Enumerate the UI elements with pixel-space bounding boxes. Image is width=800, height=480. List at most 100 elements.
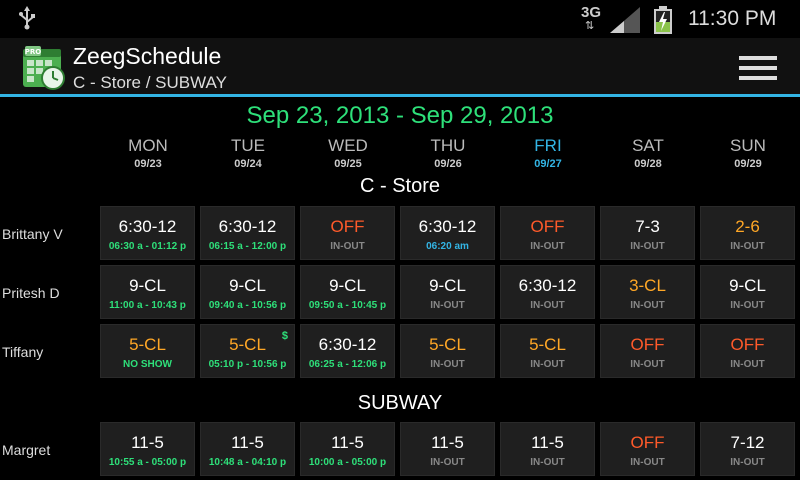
day-date: 09/29 bbox=[734, 158, 762, 170]
clock-in-out: NO SHOW bbox=[123, 359, 172, 370]
dollar-icon: $ bbox=[281, 330, 288, 342]
shift-time: 3-CL bbox=[629, 276, 666, 295]
shift-cell[interactable]: 3-CL IN-OUT bbox=[600, 265, 695, 319]
day-header-thu: THU 09/26 bbox=[400, 136, 496, 170]
shift-cell[interactable]: OFF IN-OUT bbox=[500, 206, 595, 260]
clock-in-out: 09:50 a - 10:45 p bbox=[308, 300, 387, 311]
shift-time: OFF bbox=[730, 335, 765, 354]
shift-time: 9-CL bbox=[129, 276, 166, 295]
shift-cell[interactable]: 9-CL IN-OUT bbox=[700, 265, 795, 319]
shift-cell[interactable]: OFF IN-OUT bbox=[600, 324, 695, 378]
clock-in-out: IN-OUT bbox=[730, 241, 765, 252]
shift-time: 6:30-12 bbox=[418, 217, 477, 236]
shift-time: 6:30-12 bbox=[118, 217, 177, 236]
shift-cell[interactable]: 5-CL 05:10 p - 10:56 p $ bbox=[200, 324, 295, 378]
clock-in-out: IN-OUT bbox=[330, 241, 365, 252]
clock-in-out: IN-OUT bbox=[630, 241, 665, 252]
shift-cell[interactable]: OFF IN-OUT bbox=[600, 422, 695, 476]
day-name: MON bbox=[128, 136, 168, 155]
shift-time: OFF bbox=[530, 217, 565, 236]
day-header-tue: TUE 09/24 bbox=[200, 136, 296, 170]
clock-in-out: 05:10 p - 10:56 p bbox=[208, 359, 287, 370]
employee-name[interactable]: Tiffany bbox=[2, 344, 43, 360]
shift-cell[interactable]: OFF IN-OUT bbox=[700, 324, 795, 378]
shift-time: 9-CL bbox=[429, 276, 466, 295]
status-clock: 11:30 PM bbox=[688, 7, 777, 30]
clock-in-out: IN-OUT bbox=[630, 457, 665, 468]
day-header-sat: SAT 09/28 bbox=[600, 136, 696, 170]
shift-cell[interactable]: 11-5 10:48 a - 04:10 p bbox=[200, 422, 295, 476]
shift-time: 5-CL bbox=[229, 335, 266, 354]
shift-time: 5-CL bbox=[429, 335, 466, 354]
day-date: 09/28 bbox=[634, 158, 662, 170]
shift-cell[interactable]: 5-CL IN-OUT bbox=[400, 324, 495, 378]
shift-cell[interactable]: 9-CL IN-OUT bbox=[400, 265, 495, 319]
day-header-fri: FRI 09/27 bbox=[500, 136, 596, 170]
clock-in-out: 10:55 a - 05:00 p bbox=[108, 457, 187, 468]
clock-in-out: IN-OUT bbox=[530, 359, 565, 370]
shift-cell[interactable]: 9-CL 09:40 a - 10:56 p bbox=[200, 265, 295, 319]
shift-cell[interactable]: 6:30-12 IN-OUT bbox=[500, 265, 595, 319]
shift-cell[interactable]: 6:30-12 06:25 a - 12:06 p bbox=[300, 324, 395, 378]
shift-time: 2-6 bbox=[735, 217, 760, 236]
day-date: 09/23 bbox=[134, 158, 162, 170]
clock-in-out: IN-OUT bbox=[430, 359, 465, 370]
day-header-wed: WED 09/25 bbox=[300, 136, 396, 170]
shift-cell[interactable]: 6:30-12 06:15 a - 12:00 p bbox=[200, 206, 295, 260]
shift-time: 9-CL bbox=[329, 276, 366, 295]
shift-time: 5-CL bbox=[129, 335, 166, 354]
shift-cell[interactable]: 6:30-12 06:30 a - 01:12 p bbox=[100, 206, 195, 260]
overflow-menu-icon[interactable] bbox=[732, 50, 782, 86]
action-bar-divider bbox=[0, 94, 800, 97]
shift-time: 7-3 bbox=[635, 217, 660, 236]
data-arrows-icon: ⇅ bbox=[585, 20, 595, 32]
shift-cell[interactable]: 9-CL 09:50 a - 10:45 p bbox=[300, 265, 395, 319]
clock-in-out: IN-OUT bbox=[630, 359, 665, 370]
employee-name[interactable]: Margret bbox=[2, 442, 50, 458]
shift-cell[interactable]: 5-CL IN-OUT bbox=[500, 324, 595, 378]
signal-icon bbox=[610, 7, 640, 33]
day-header-sun: SUN 09/29 bbox=[700, 136, 796, 170]
section-title: SUBWAY bbox=[357, 392, 443, 414]
shift-cell[interactable]: 11-5 10:55 a - 05:00 p bbox=[100, 422, 195, 476]
clock-in-out: 09:40 a - 10:56 p bbox=[208, 300, 287, 311]
shift-cell[interactable]: 5-CL NO SHOW bbox=[100, 324, 195, 378]
shift-cell[interactable]: OFF IN-OUT bbox=[300, 206, 395, 260]
shift-cell[interactable]: 6:30-12 06:20 am bbox=[400, 206, 495, 260]
clock-in-out: 06:25 a - 12:06 p bbox=[308, 359, 387, 370]
clock-in-out: IN-OUT bbox=[530, 241, 565, 252]
shift-time: OFF bbox=[630, 335, 665, 354]
day-name: THU bbox=[430, 136, 466, 155]
clock-in-out: IN-OUT bbox=[730, 359, 765, 370]
app-title: ZeegSchedule bbox=[73, 43, 222, 69]
day-name: SAT bbox=[632, 136, 664, 155]
shift-cell[interactable]: 11-5 IN-OUT bbox=[500, 422, 595, 476]
shift-cell[interactable]: 2-6 IN-OUT bbox=[700, 206, 795, 260]
clock-in-out: 06:15 a - 12:00 p bbox=[208, 241, 287, 252]
shift-cell[interactable]: 11-5 10:00 a - 05:00 p bbox=[300, 422, 395, 476]
shift-time: 6:30-12 bbox=[318, 335, 377, 354]
clock-in-out: IN-OUT bbox=[430, 300, 465, 311]
shift-cell[interactable]: 9-CL 11:00 a - 10:43 p bbox=[100, 265, 195, 319]
day-header-mon: MON 09/23 bbox=[100, 136, 196, 170]
status-bar: 3G ⇅ 11:30 PM bbox=[0, 0, 800, 38]
day-name: TUE bbox=[231, 136, 265, 155]
battery-charging-icon bbox=[654, 6, 672, 34]
shift-cell[interactable]: 7-3 IN-OUT bbox=[600, 206, 695, 260]
employee-name[interactable]: Pritesh D bbox=[2, 285, 60, 301]
shift-cell[interactable]: 7-12 IN-OUT bbox=[700, 422, 795, 476]
shift-time: 11-5 bbox=[531, 433, 564, 452]
week-range[interactable]: Sep 23, 2013 - Sep 29, 2013 bbox=[0, 102, 800, 130]
day-name: SUN bbox=[730, 136, 766, 155]
shift-time: OFF bbox=[330, 217, 365, 236]
clock-in-out: 11:00 a - 10:43 p bbox=[109, 300, 186, 311]
calendar-clock-icon[interactable]: PRO bbox=[22, 46, 66, 90]
employee-name[interactable]: Brittany V bbox=[2, 226, 63, 242]
section-title: C - Store bbox=[359, 175, 441, 197]
shift-time: 11-5 bbox=[331, 433, 364, 452]
shift-time: 6:30-12 bbox=[218, 217, 277, 236]
shift-time: 11-5 bbox=[231, 433, 264, 452]
clock-in-out: 06:20 am bbox=[426, 241, 469, 252]
shift-cell[interactable]: 11-5 IN-OUT bbox=[400, 422, 495, 476]
clock-in-out: IN-OUT bbox=[730, 457, 765, 468]
